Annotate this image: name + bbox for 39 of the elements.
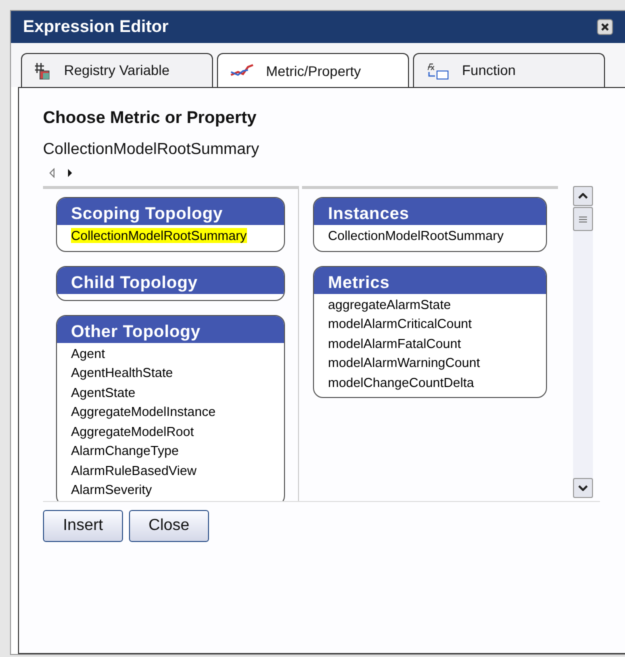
hash-cube-icon: [34, 62, 52, 80]
group-title: Child Topology: [57, 266, 284, 294]
dialog-button[interactable]: Close: [129, 510, 209, 542]
list-item[interactable]: modelChangeCountDelta: [328, 374, 474, 390]
list-item[interactable]: AlarmRuleBasedView: [71, 462, 196, 478]
dialog-button[interactable]: Insert: [43, 510, 123, 542]
list-item[interactable]: AggregateModelRoot: [71, 424, 194, 438]
list-item[interactable]: CollectionModelRootSummary: [71, 228, 247, 243]
list-item[interactable]: modelAlarmCriticalCount: [328, 316, 472, 331]
scroll-down-icon[interactable]: [578, 485, 588, 491]
section-heading: Choose Metric or Property: [43, 108, 258, 128]
function-icon: [426, 62, 450, 80]
back-arrow-icon[interactable]: [49, 168, 55, 178]
forward-arrow-icon[interactable]: [67, 168, 73, 178]
list-item[interactable]: AlarmChangeType: [71, 443, 179, 458]
list-item[interactable]: CollectionModelRootSummary: [328, 228, 504, 243]
line-chart-icon: [230, 63, 254, 79]
list-item[interactable]: AggregateModelInstance: [71, 404, 216, 419]
scroll-thumb-grip-icon: [579, 216, 587, 222]
window-title: Expression Editor: [23, 16, 168, 38]
list-item[interactable]: Agent: [71, 346, 105, 360]
list-item[interactable]: modelAlarmWarningCount: [328, 355, 480, 370]
list-item[interactable]: aggregateAlarmState: [328, 296, 451, 312]
group-title: Instances: [314, 198, 546, 225]
list-item[interactable]: AlarmSeverity: [71, 482, 152, 497]
tab[interactable]: Registry Variable: [21, 53, 213, 87]
list-item[interactable]: modelAlarmFatalCount: [328, 336, 461, 350]
close-icon: [600, 22, 610, 32]
group-title: Scoping Topology: [57, 198, 284, 225]
list-item[interactable]: AgentState: [71, 384, 136, 400]
path-text: CollectionModelRootSummary: [43, 140, 260, 160]
tab[interactable]: Function: [413, 53, 605, 87]
group-title: Other Topology: [57, 316, 284, 342]
list-item[interactable]: AgentHealthState: [71, 365, 173, 380]
close-button[interactable]: [597, 19, 613, 35]
tab[interactable]: Metric/Property: [217, 53, 409, 88]
scroll-up-icon[interactable]: [578, 193, 588, 199]
scrollbar[interactable]: [573, 186, 593, 498]
group-title: Metrics: [314, 266, 546, 294]
